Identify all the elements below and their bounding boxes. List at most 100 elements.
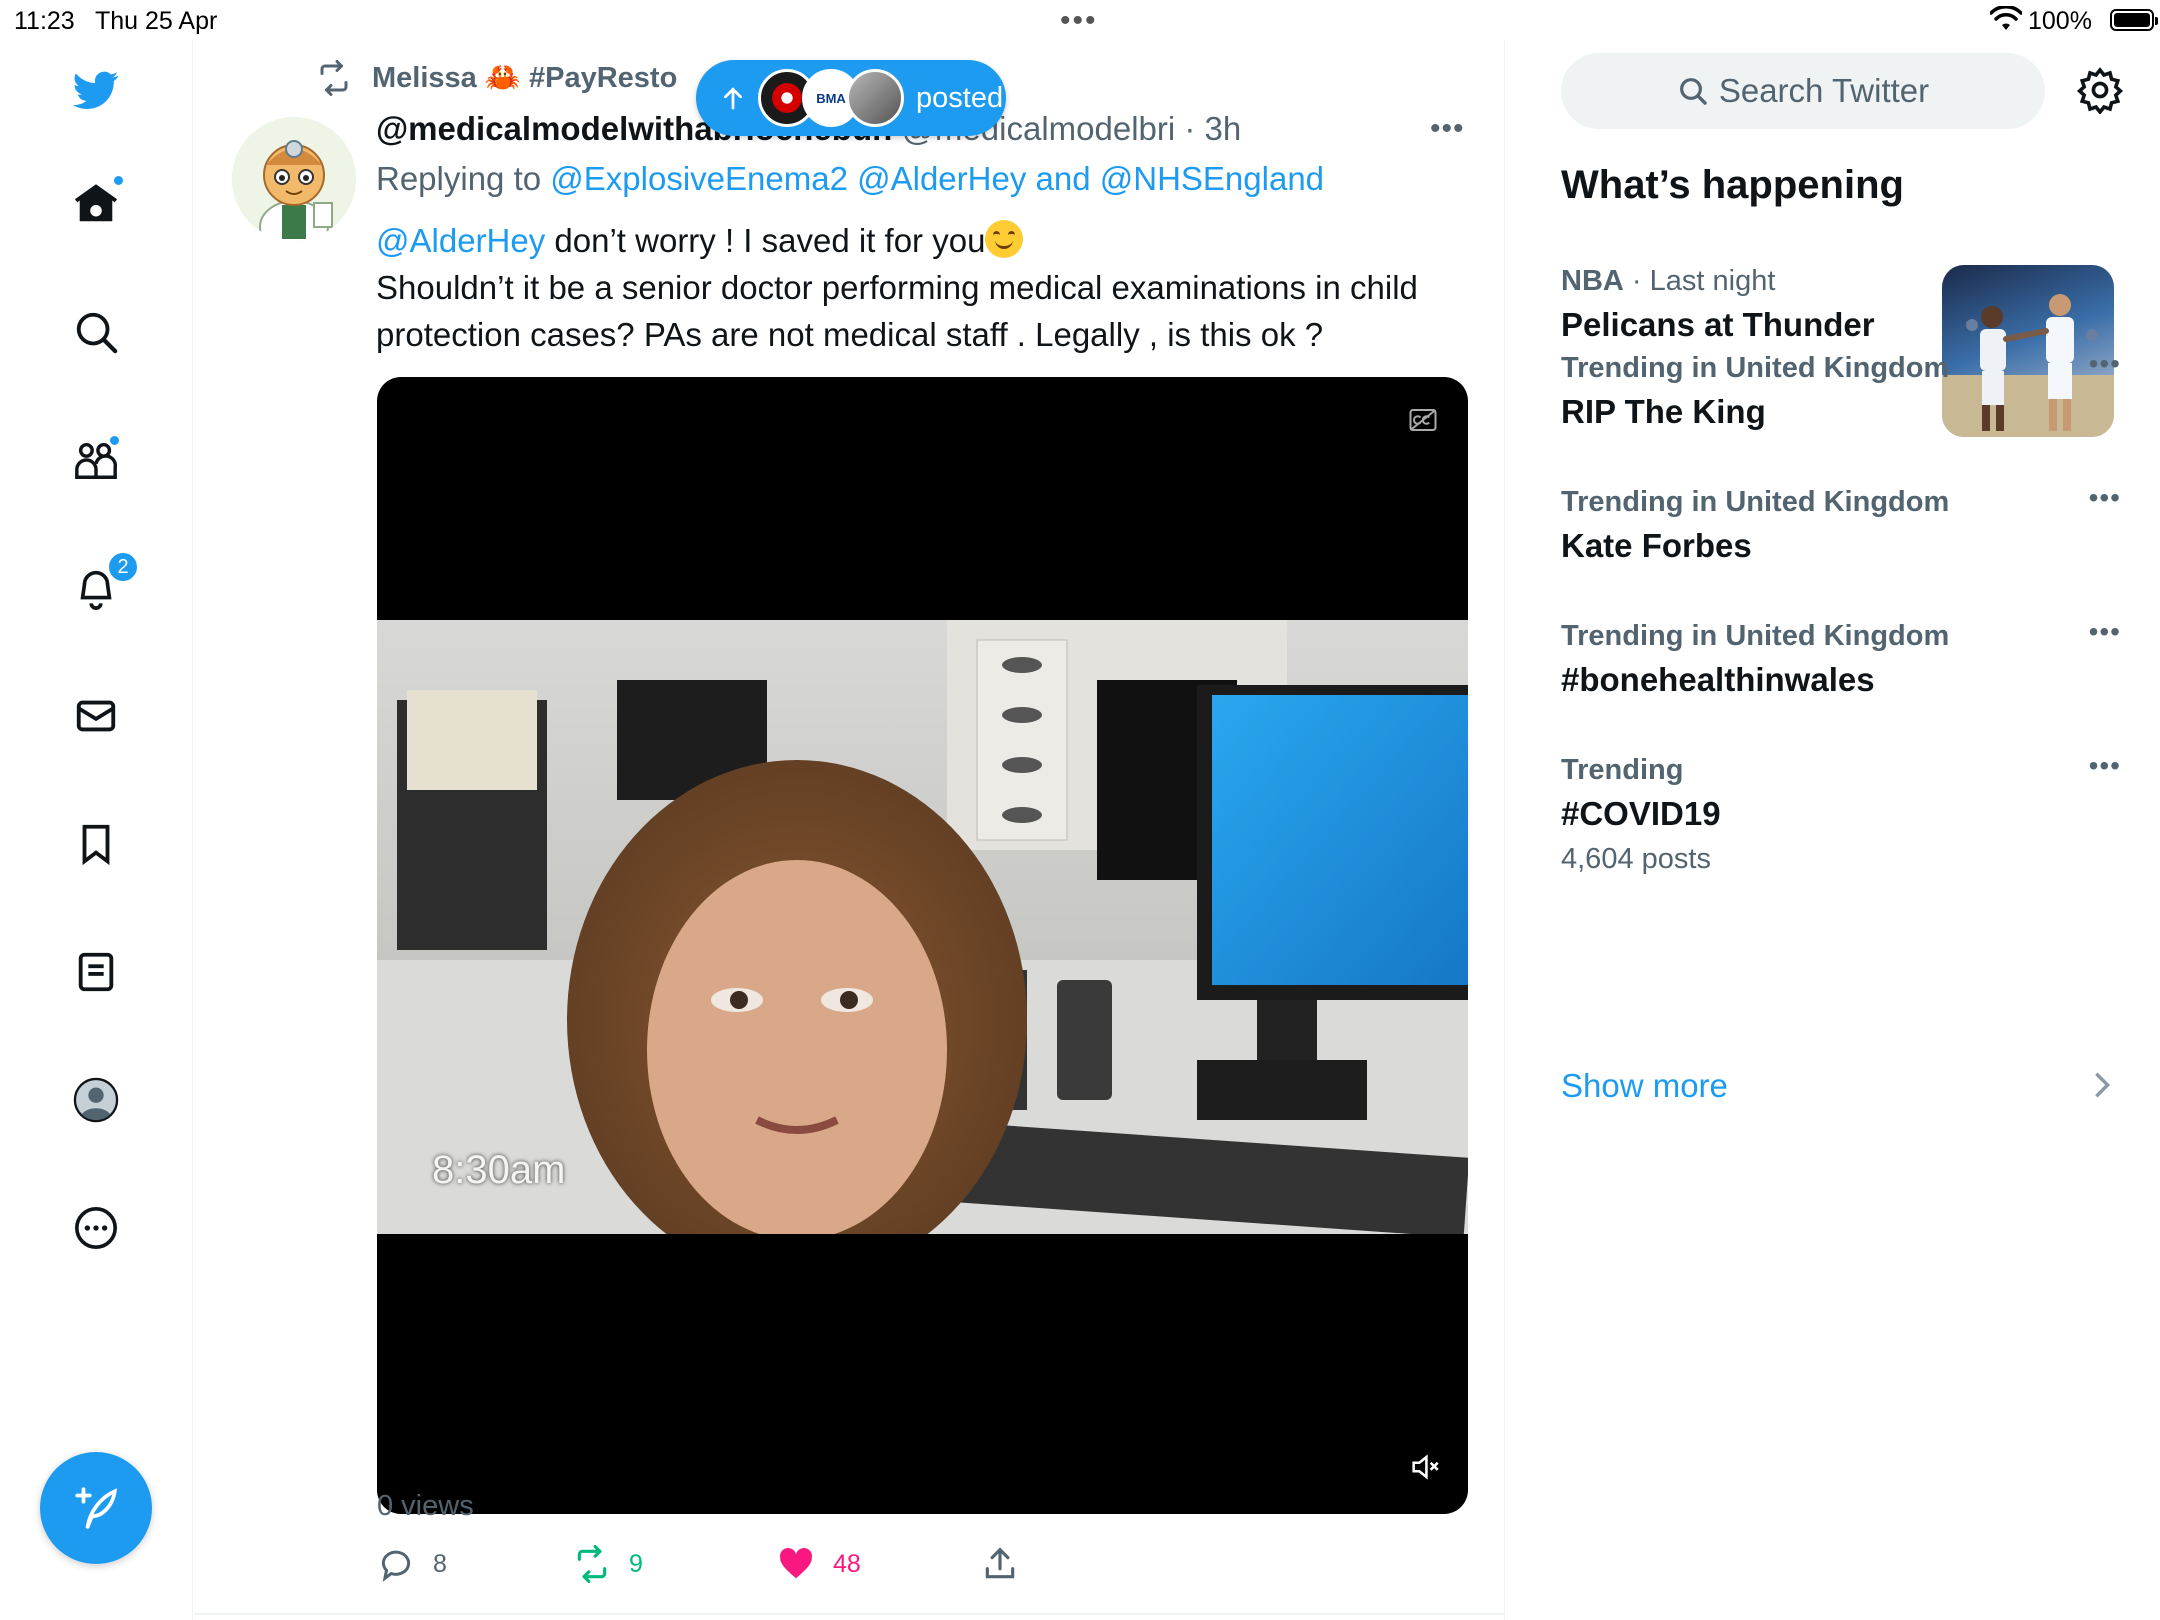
- reply-mention[interactable]: @NHSEngland: [1100, 160, 1324, 197]
- smiling-face-emoji-icon: [985, 220, 1024, 258]
- twitter-logo-icon[interactable]: [66, 60, 126, 120]
- show-more-link[interactable]: Show more: [1561, 1067, 1728, 1105]
- new-posts-label: posted: [916, 81, 1004, 114]
- lists-icon: [78, 952, 114, 992]
- tweet-time[interactable]: 3h: [1205, 110, 1242, 147]
- nav-notifications[interactable]: 2: [66, 551, 139, 618]
- retweet-button[interactable]: 9: [573, 1545, 643, 1583]
- trend-item[interactable]: Trending in United Kingdom Kate Forbes •…: [1561, 482, 2121, 565]
- home-unread-dot: [112, 174, 125, 187]
- search-twitter-input[interactable]: Search Twitter: [1561, 53, 2045, 129]
- trend-meta: Trending in United Kingdom: [1561, 620, 1950, 652]
- reply-mention[interactable]: @ExplosiveEnema2: [550, 160, 848, 197]
- status-time: 11:23: [14, 7, 75, 35]
- share-icon: [985, 1547, 1015, 1579]
- trend-post-count: 4,604 posts: [1561, 843, 1711, 875]
- new-posts-pill[interactable]: BMA posted: [696, 60, 1006, 136]
- reply-and: and: [1035, 160, 1091, 197]
- nav-more[interactable]: [66, 1198, 126, 1258]
- search-placeholder: Search Twitter: [1718, 72, 1930, 109]
- arrow-up-icon: [724, 87, 742, 110]
- retweeted-by[interactable]: Melissa 🦀 #PayResto: [316, 60, 677, 96]
- compose-tweet-button[interactable]: [40, 1452, 152, 1564]
- trend-meta: Trending in United Kingdom: [1561, 486, 1950, 518]
- trend-title: RIP The King: [1561, 393, 1766, 430]
- video-frame: 8:30am: [377, 620, 1468, 1234]
- tweet-actions: 8 9 48: [377, 1545, 1077, 1595]
- author-avatar[interactable]: [232, 117, 356, 241]
- reply-icon: [381, 1550, 411, 1582]
- body-mention[interactable]: @AlderHey: [376, 222, 545, 259]
- right-sidebar: Search Twitter What’s happening NBA · La…: [1506, 40, 2160, 1620]
- nav-bookmarks[interactable]: [66, 814, 126, 874]
- status-date: Thu 25 Apr: [95, 7, 218, 35]
- communities-unread-dot: [108, 434, 121, 447]
- captions-icon[interactable]: [1408, 407, 1438, 433]
- like-button[interactable]: 48: [777, 1545, 861, 1583]
- bird-icon: [73, 71, 119, 109]
- trend-title: Kate Forbes: [1561, 527, 1752, 564]
- video-still-image: [377, 620, 1468, 1234]
- settings-gear-icon[interactable]: [2076, 66, 2124, 114]
- bookmark-icon: [82, 824, 110, 866]
- tweet-text-body: Shouldn’t it be a senior doctor performi…: [376, 269, 1418, 353]
- retweet-icon: [320, 60, 348, 96]
- view-count: 0 views: [377, 1490, 474, 1522]
- trend-title: #bonehealthinwales: [1561, 661, 1875, 698]
- more-circle-icon: [75, 1207, 117, 1249]
- video-timestamp: 8:30am: [432, 1148, 566, 1192]
- nav-communities[interactable]: [66, 430, 126, 490]
- trend-item[interactable]: Trending in United Kingdom RIP The King …: [1561, 348, 2121, 431]
- replying-prefix: Replying to: [376, 160, 542, 197]
- multitask-dots-icon[interactable]: •••: [1060, 4, 1098, 38]
- battery-percent: 100%: [2028, 7, 2092, 35]
- reply-mention[interactable]: @AlderHey: [857, 160, 1026, 197]
- trend-time: Last night: [1649, 265, 1776, 297]
- like-count: 48: [833, 1549, 861, 1578]
- retweet-count: 9: [629, 1549, 643, 1578]
- trend-more-icon[interactable]: •••: [2089, 348, 2121, 380]
- battery-icon: [2110, 9, 2158, 31]
- tweet-timeline: Melissa 🦀 #PayResto @medicalmodelwithabr…: [194, 40, 1505, 1620]
- envelope-icon: [76, 700, 116, 732]
- nav-explore[interactable]: [66, 302, 126, 362]
- chevron-right-icon: [2095, 1072, 2111, 1098]
- trend-item[interactable]: Trending #COVID19 4,604 posts •••: [1561, 750, 2121, 876]
- reply-count: 8: [433, 1549, 447, 1578]
- trend-more-icon[interactable]: •••: [2089, 750, 2121, 782]
- nav-messages[interactable]: [66, 686, 126, 746]
- search-icon: [1679, 78, 1707, 105]
- tweet-more-options-icon[interactable]: •••: [1430, 112, 1465, 146]
- retweet-icon: [577, 1545, 607, 1583]
- profile-avatar-icon: [73, 1077, 119, 1123]
- retweeter-name: Melissa 🦀 #PayResto: [372, 62, 678, 94]
- volume-mute-icon[interactable]: [1408, 1450, 1442, 1484]
- trend-category: NBA: [1561, 265, 1624, 297]
- status-bar: 11:23 Thu 25 Apr ••• 100%: [0, 0, 2160, 40]
- trend-more-icon[interactable]: •••: [2089, 616, 2121, 648]
- compose-feather-icon: [75, 1487, 118, 1529]
- notifications-badge: 2: [107, 551, 139, 583]
- heart-icon: [780, 1548, 812, 1579]
- trend-item[interactable]: Trending in United Kingdom #bonehealthin…: [1561, 616, 2121, 699]
- cartoon-doctor-avatar-icon: [232, 117, 356, 241]
- home-icon: [74, 184, 118, 222]
- nav-home[interactable]: [66, 174, 126, 234]
- trend-meta: Trending: [1561, 754, 1684, 786]
- trend-more-icon[interactable]: •••: [2089, 482, 2121, 514]
- tweet-video[interactable]: 8:30am: [377, 377, 1468, 1514]
- wifi-icon: [1990, 6, 2022, 30]
- tweet-text-line1: don’t worry ! I saved it for you: [545, 222, 986, 259]
- left-navigation: 2: [0, 40, 193, 1620]
- trend-meta: Trending in United Kingdom: [1561, 352, 1950, 384]
- nav-profile[interactable]: [66, 1070, 126, 1130]
- share-button[interactable]: [981, 1545, 1037, 1583]
- whats-happening-heading: What’s happening: [1561, 163, 1904, 207]
- search-icon: [76, 312, 118, 354]
- replying-to: Replying to @ExplosiveEnema2 @AlderHey a…: [376, 160, 1324, 198]
- new-post-avatar: [846, 69, 904, 127]
- reply-button[interactable]: 8: [377, 1545, 447, 1583]
- nav-lists[interactable]: [66, 942, 126, 1002]
- trend-title: #COVID19: [1561, 795, 1721, 832]
- divider: [194, 1613, 1505, 1615]
